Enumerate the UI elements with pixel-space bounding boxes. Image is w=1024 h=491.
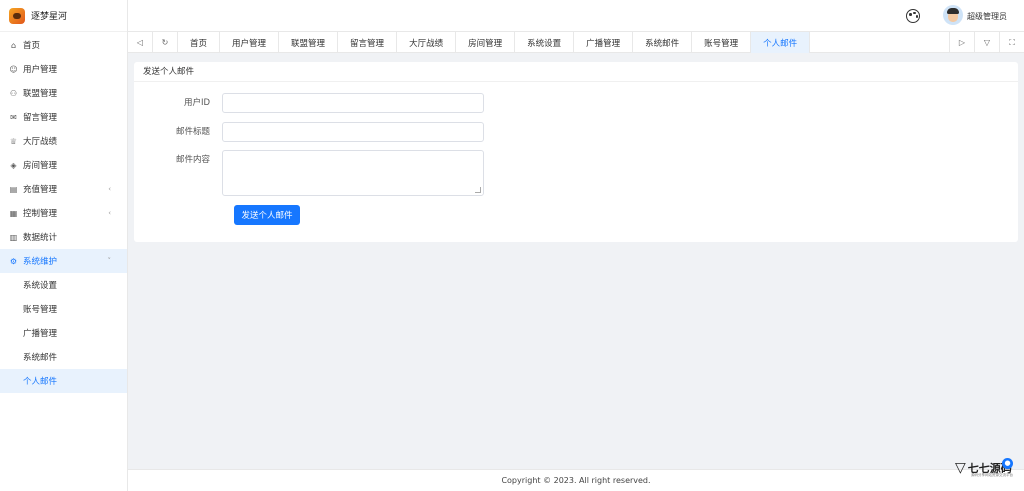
sidebar-item-label: 数据统计 <box>23 233 58 243</box>
sidebar-item-label: 系统维护 <box>23 257 58 267</box>
sidebar-item-label: 账号管理 <box>23 305 58 315</box>
chevron-left-icon: ‹ <box>108 209 111 217</box>
trophy-icon: ♕ <box>9 136 18 146</box>
chevron-left-icon: ‹ <box>108 185 111 193</box>
sidebar-item-label: 留言管理 <box>23 113 58 123</box>
tab-rooms[interactable]: 房间管理 <box>456 32 516 53</box>
sidebar-item-label: 系统邮件 <box>23 353 58 363</box>
sidebar-item-system-maintenance[interactable]: ⚙ 系统维护 ˅ <box>0 249 127 273</box>
tab-alliance[interactable]: 联盟管理 <box>279 32 339 53</box>
theme-palette-icon[interactable] <box>906 9 920 23</box>
sidebar-item-label: 用户管理 <box>23 65 58 75</box>
sidebar-item-label: 广播管理 <box>23 329 58 339</box>
app-logo-area[interactable]: 逐梦星河 <box>0 0 127 32</box>
user-icon: ☺ <box>9 64 18 74</box>
sidebar-subitem-personal-mail[interactable]: 个人邮件 <box>0 369 127 393</box>
tab-hall-records[interactable]: 大厅战绩 <box>397 32 457 53</box>
sidebar-item-recharge[interactable]: ▤ 充值管理 ‹ <box>0 177 127 201</box>
fullscreen-icon[interactable]: ⛶ <box>999 32 1024 53</box>
content-row: 邮件内容 <box>134 150 484 196</box>
app-logo-icon <box>9 7 25 24</box>
subject-row: 邮件标题 <box>134 122 484 142</box>
content-label: 邮件内容 <box>175 155 210 165</box>
tab-system-settings[interactable]: 系统设置 <box>515 32 575 53</box>
footer: Copyright © 2023. All right reserved. <box>128 469 1024 491</box>
scroll-left-icon[interactable]: ◁ <box>128 32 153 53</box>
sidebar-menu: ⌂ 首页 ☺ 用户管理 ⚇ 联盟管理 ✉ 留言管理 ♕ 大厅战绩 ◈ 房间管理 … <box>0 32 127 393</box>
tab-broadcast[interactable]: 广播管理 <box>574 32 634 53</box>
sidebar-subitem-broadcast[interactable]: 广播管理 <box>0 321 127 345</box>
card-title: 发送个人邮件 <box>134 62 1018 82</box>
sidebar-item-label: 房间管理 <box>23 161 58 171</box>
sidebar-item-label: 联盟管理 <box>23 89 58 99</box>
avatar-hair <box>947 8 959 14</box>
user-id-label: 用户ID <box>183 98 210 108</box>
tabs-menu-icon[interactable]: ▽ <box>974 32 999 53</box>
sidebar-item-label: 系统设置 <box>23 281 58 291</box>
tab-home[interactable]: 首页 <box>178 32 221 53</box>
palette-dot <box>913 11 916 14</box>
sidebar-item-home[interactable]: ⌂ 首页 <box>0 33 127 57</box>
scroll-right-icon[interactable]: ▷ <box>949 32 974 53</box>
palette-dot <box>915 15 918 18</box>
copyright-text: Copyright © 2023. All right reserved. <box>501 476 651 485</box>
recharge-icon: ▤ <box>9 184 18 194</box>
watermark-logo-icon: ▽ <box>955 460 966 476</box>
app-title: 逐梦星河 <box>31 12 68 22</box>
message-icon: ✉ <box>10 112 17 122</box>
chart-icon: ▥ <box>9 232 18 242</box>
sidebar-item-rooms[interactable]: ◈ 房间管理 <box>0 153 127 177</box>
refresh-icon[interactable]: ↻ <box>153 32 178 53</box>
home-icon: ⌂ <box>10 40 17 50</box>
username[interactable]: 超级管理员 <box>967 11 1007 22</box>
sidebar-item-hall-records[interactable]: ♕ 大厅战绩 <box>0 129 127 153</box>
user-id-row: 用户ID <box>134 93 484 113</box>
sidebar-item-label: 充值管理 <box>23 185 58 195</box>
sidebar-subitem-system-settings[interactable]: 系统设置 <box>0 273 127 297</box>
user-id-input[interactable] <box>222 93 484 113</box>
room-icon: ◈ <box>10 160 17 170</box>
control-icon: ▦ <box>9 208 18 218</box>
sidebar-item-statistics[interactable]: ▥ 数据统计 <box>0 225 127 249</box>
chevron-down-icon: ˅ <box>107 257 112 265</box>
tab-system-mail[interactable]: 系统邮件 <box>633 32 693 53</box>
sidebar-item-messages[interactable]: ✉ 留言管理 <box>0 105 127 129</box>
avatar[interactable] <box>943 5 963 25</box>
sidebar-item-label: 大厅战绩 <box>23 137 58 147</box>
sidebar-item-label: 首页 <box>23 41 41 51</box>
team-icon: ⚇ <box>9 88 18 98</box>
tab-accounts[interactable]: 账号管理 <box>692 32 752 53</box>
watermark: ▽ 七七源码 源码分享网站资源交流平台 ● <box>955 456 1013 480</box>
settings-icon: ⚙ <box>9 256 18 266</box>
watermark-badge-icon: ● <box>1002 458 1013 469</box>
send-mail-button[interactable]: 发送个人邮件 <box>234 205 300 225</box>
sidebar-subitem-accounts[interactable]: 账号管理 <box>0 297 127 321</box>
tab-users[interactable]: 用户管理 <box>220 32 280 53</box>
content-textarea[interactable] <box>222 150 484 196</box>
sidebar-item-label: 控制管理 <box>23 209 58 219</box>
subject-label: 邮件标题 <box>175 127 210 137</box>
mail-form-card: 发送个人邮件 用户ID 邮件标题 邮件内容 发送个人邮件 <box>134 62 1018 242</box>
top-header: 超级管理员 <box>128 0 1024 32</box>
sidebar-subitem-system-mail[interactable]: 系统邮件 <box>0 345 127 369</box>
sidebar-item-label: 个人邮件 <box>23 377 58 387</box>
sidebar: 逐梦星河 ⌂ 首页 ☺ 用户管理 ⚇ 联盟管理 ✉ 留言管理 ♕ 大厅战绩 ◈ … <box>0 0 128 491</box>
tabs-bar: ◁ ↻ 首页 用户管理 联盟管理 留言管理 大厅战绩 房间管理 系统设置 广播管… <box>128 32 1024 53</box>
palette-dot <box>909 13 912 16</box>
tabs-list: 首页 用户管理 联盟管理 留言管理 大厅战绩 房间管理 系统设置 广播管理 系统… <box>178 32 949 53</box>
tabs-controls: ▷ ▽ ⛶ <box>949 32 1024 53</box>
sidebar-item-users[interactable]: ☺ 用户管理 <box>0 57 127 81</box>
watermark-subtext: 源码分享网站资源交流平台 <box>971 473 1013 477</box>
subject-input[interactable] <box>222 122 484 142</box>
tab-personal-mail[interactable]: 个人邮件 <box>751 32 811 53</box>
tab-messages[interactable]: 留言管理 <box>338 32 398 53</box>
sidebar-item-alliance[interactable]: ⚇ 联盟管理 <box>0 81 127 105</box>
sidebar-item-control[interactable]: ▦ 控制管理 ‹ <box>0 201 127 225</box>
